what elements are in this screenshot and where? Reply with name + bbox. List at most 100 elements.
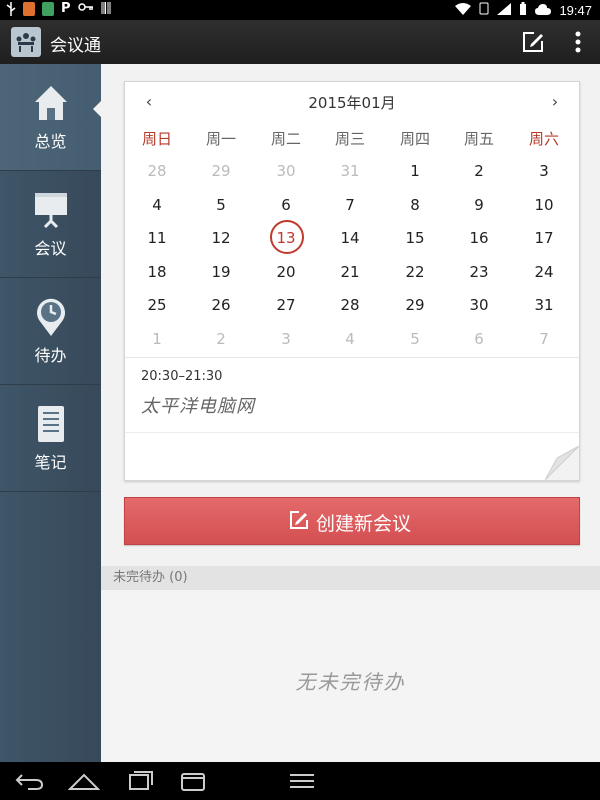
calendar-day[interactable]: 2 — [447, 162, 511, 182]
weekday-header: 周一 — [205, 130, 236, 148]
system-nav-bar — [0, 762, 600, 800]
calendar-day[interactable]: 10 — [512, 196, 576, 216]
calendar-day[interactable]: 24 — [512, 263, 576, 283]
calendar-day[interactable]: 11 — [125, 229, 189, 249]
cloud-icon — [535, 3, 552, 18]
calendar-day[interactable]: 23 — [447, 263, 511, 283]
calendar-day[interactable]: 7 — [318, 196, 382, 216]
app-title: 会议通 — [50, 36, 101, 56]
clock-pin-icon — [33, 298, 69, 336]
signal-icon — [497, 2, 512, 18]
home-icon — [33, 84, 69, 122]
calendar-day[interactable]: 4 — [318, 330, 382, 350]
menu-icon[interactable] — [286, 769, 318, 793]
pending-list: 无未完待办 — [101, 590, 600, 762]
status-left-icons: P — [6, 2, 111, 16]
calendar-day[interactable]: 9 — [447, 196, 511, 216]
create-meeting-button[interactable]: 创建新会议 — [124, 497, 580, 545]
sim-icon — [479, 2, 489, 18]
overflow-menu-icon[interactable] — [568, 28, 588, 56]
active-indicator — [93, 100, 102, 118]
notebook-icon — [33, 405, 69, 443]
battery-icon — [519, 2, 527, 18]
calendar-day[interactable]: 8 — [383, 196, 447, 216]
pending-header: 未完待办 (0) — [101, 566, 600, 590]
weekday-header: 周二 — [270, 130, 301, 148]
p-icon: P — [61, 1, 71, 16]
calendar-day[interactable]: 27 — [254, 296, 318, 316]
status-right-icons: 19:47 — [455, 2, 592, 18]
month-title: 2015年01月 — [308, 94, 396, 112]
calendar-day[interactable]: 31 — [512, 296, 576, 316]
calendar-day[interactable]: 5 — [189, 196, 253, 216]
calendar-day[interactable]: 12 — [189, 229, 253, 249]
calendar-day[interactable]: 30 — [254, 162, 318, 182]
pending-header-label: 未完待办 (0) — [113, 570, 188, 585]
sidebar-item-notes[interactable]: 笔记 — [0, 385, 101, 492]
calendar-card: ‹ 2015年01月 › 周日 周一 周二 周三 周四 周五 周六 28 29 … — [124, 81, 580, 481]
calendar-day[interactable]: 5 — [383, 330, 447, 350]
calendar-day[interactable]: 29 — [189, 162, 253, 182]
sidebar-item-label: 笔记 — [34, 453, 67, 472]
calendar-day[interactable]: 6 — [447, 330, 511, 350]
calendar-day[interactable]: 25 — [125, 296, 189, 316]
calendar-day[interactable]: 6 — [254, 196, 318, 216]
calendar-day[interactable]: 4 — [125, 196, 189, 216]
edit-icon — [288, 509, 310, 531]
calendar-day[interactable]: 20 — [254, 263, 318, 283]
calendar-day[interactable]: 16 — [447, 229, 511, 249]
sidebar-item-label: 待办 — [34, 346, 67, 365]
calendar-day[interactable]: 30 — [447, 296, 511, 316]
presentation-icon — [33, 191, 69, 229]
next-month-button[interactable]: › — [543, 90, 567, 114]
calendar-day[interactable]: 28 — [125, 162, 189, 182]
calendar-day[interactable]: 1 — [383, 162, 447, 182]
barcode-icon — [101, 2, 111, 16]
sidebar-item-meetings[interactable]: 会议 — [0, 171, 101, 278]
create-meeting-label: 创建新会议 — [316, 513, 412, 535]
action-bar: 会议通 — [0, 20, 600, 64]
sidebar-item-todo[interactable]: 待办 — [0, 278, 101, 385]
app-icon — [23, 2, 35, 16]
calendar-day[interactable]: 18 — [125, 263, 189, 283]
key-icon — [77, 2, 94, 16]
calendar-day[interactable]: 17 — [512, 229, 576, 249]
back-icon[interactable] — [14, 769, 46, 793]
calendar-day[interactable]: 2 — [189, 330, 253, 350]
calendar-day[interactable]: 19 — [189, 263, 253, 283]
screenshot-icon[interactable] — [178, 769, 210, 793]
calendar-day[interactable]: 3 — [254, 330, 318, 350]
status-time: 19:47 — [559, 2, 592, 18]
calendar-day[interactable]: 3 — [512, 162, 576, 182]
weekday-header: 周日 — [141, 130, 172, 148]
app-logo-icon — [11, 27, 41, 57]
recents-icon[interactable] — [124, 769, 156, 793]
sidebar-item-label: 总览 — [34, 132, 67, 151]
usb-icon — [6, 2, 16, 16]
weekday-header: 周三 — [334, 130, 365, 148]
calendar-day[interactable]: 22 — [383, 263, 447, 283]
calendar-day[interactable]: 29 — [383, 296, 447, 316]
calendar-day[interactable]: 28 — [318, 296, 382, 316]
weekday-header: 周六 — [528, 130, 559, 148]
event-time[interactable]: 20:30–21:30 — [141, 369, 222, 384]
calendar-day-today[interactable]: 13 — [254, 229, 318, 249]
calendar-day[interactable]: 15 — [383, 229, 447, 249]
sidebar-item-overview[interactable]: 总览 — [0, 64, 101, 171]
calendar-day[interactable]: 1 — [125, 330, 189, 350]
divider — [125, 432, 579, 433]
edit-icon[interactable] — [520, 29, 546, 55]
calendar-day[interactable]: 31 — [318, 162, 382, 182]
app-icon — [42, 2, 54, 16]
calendar-day[interactable]: 14 — [318, 229, 382, 249]
event-title[interactable]: 太平洋电脑网 — [141, 392, 255, 418]
calendar-day[interactable]: 7 — [512, 330, 576, 350]
calendar-day[interactable]: 21 — [318, 263, 382, 283]
calendar-day[interactable]: 26 — [189, 296, 253, 316]
weekday-header: 周五 — [463, 130, 494, 148]
status-bar: P 19:47 — [0, 0, 600, 20]
weekday-header: 周四 — [399, 130, 430, 148]
home-icon[interactable] — [67, 769, 101, 793]
sidebar-item-label: 会议 — [34, 239, 67, 258]
divider — [125, 357, 579, 358]
